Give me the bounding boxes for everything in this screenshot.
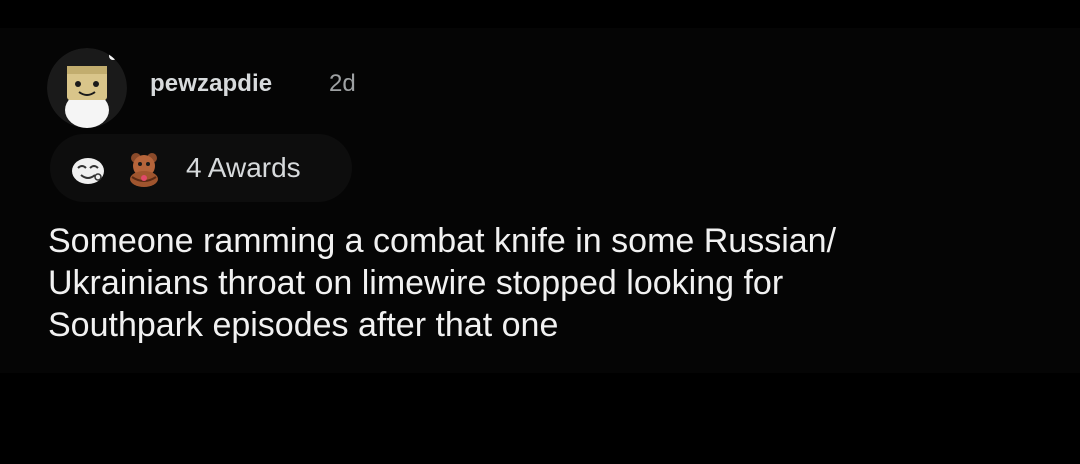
avatar[interactable]: [47, 48, 127, 128]
snoo-avatar-icon: [47, 48, 127, 128]
awards-count-label: 4 Awards: [186, 152, 301, 183]
page: pewzapdie 2d 4 Awards Someone ramming a …: [0, 0, 1080, 464]
comment-body: Someone ramming a combat knife in some R…: [48, 220, 1048, 346]
hugz-award-icon: [126, 151, 162, 187]
awards-pill[interactable]: 4 Awards: [50, 134, 352, 202]
comment-body-line: Someone ramming a combat knife in some R…: [48, 222, 837, 260]
hehe-award-icon: [70, 151, 106, 187]
comment-body-line: Ukrainians throat on limewire stopped lo…: [48, 264, 784, 302]
username-link[interactable]: pewzapdie: [150, 70, 272, 98]
timestamp: 2d: [329, 70, 356, 97]
comment-body-line: Southpark episodes after that one: [48, 306, 559, 344]
